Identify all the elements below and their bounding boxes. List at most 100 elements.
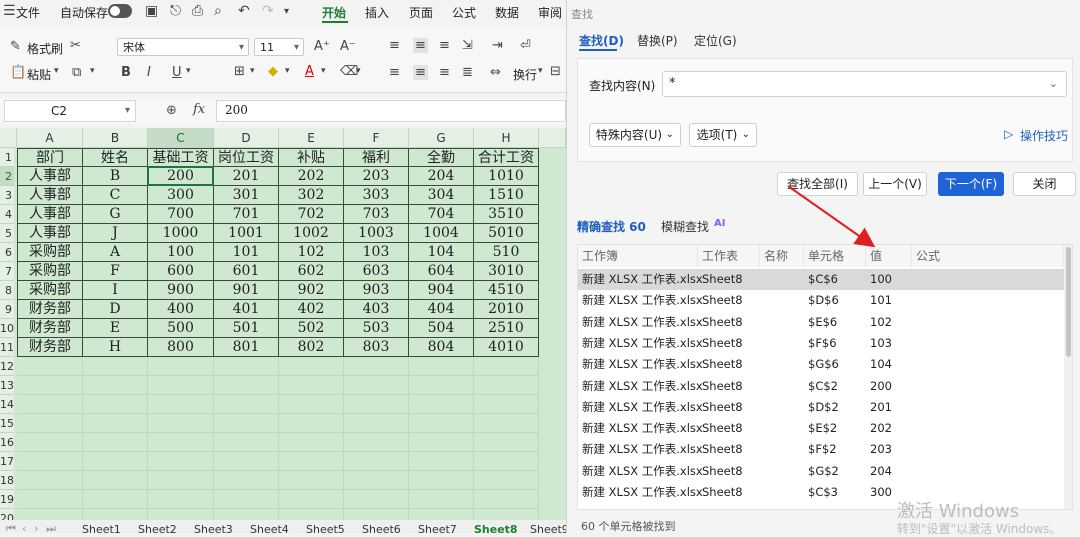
empty-cell[interactable] — [17, 509, 83, 520]
align-top-icon[interactable]: ≡ — [389, 38, 400, 53]
table-cell[interactable]: 1010 — [474, 167, 539, 186]
empty-cell[interactable] — [279, 414, 344, 433]
format-painter-button[interactable]: 格式刷 — [27, 40, 63, 57]
find-next-button[interactable]: 下一个(F) — [938, 172, 1004, 196]
empty-cell[interactable] — [83, 414, 148, 433]
table-cell[interactable]: 402 — [279, 300, 344, 319]
empty-cell[interactable] — [344, 452, 409, 471]
empty-cell[interactable] — [17, 452, 83, 471]
table-cell[interactable]: 801 — [214, 338, 279, 357]
empty-cell[interactable] — [17, 433, 83, 452]
column-header[interactable]: A — [17, 128, 83, 148]
empty-cell[interactable] — [17, 490, 83, 509]
sheet-tab[interactable]: Sheet7 — [418, 523, 457, 533]
result-row[interactable]: 新建 XLSX 工作表.xlsx Sheet8 $F$6 103 — [578, 333, 1064, 354]
header-cell[interactable]: 福利 — [344, 148, 409, 167]
table-cell[interactable]: 人事部 — [17, 205, 83, 224]
table-cell[interactable]: 3010 — [474, 262, 539, 281]
empty-cell[interactable] — [148, 433, 214, 452]
table-cell[interactable]: 财务部 — [17, 319, 83, 338]
empty-cell[interactable] — [279, 490, 344, 509]
header-cell[interactable]: 姓名 — [83, 148, 148, 167]
table-cell[interactable]: 101 — [214, 243, 279, 262]
header-cell[interactable]: 补贴 — [279, 148, 344, 167]
table-cell[interactable]: A — [83, 243, 148, 262]
table-cell[interactable]: 304 — [409, 186, 474, 205]
table-cell[interactable]: 701 — [214, 205, 279, 224]
table-cell[interactable]: 602 — [279, 262, 344, 281]
empty-cell[interactable] — [214, 395, 279, 414]
col-header-formula[interactable]: 公式 — [912, 245, 1064, 267]
row-header[interactable]: 17 — [0, 452, 14, 471]
tab-data[interactable]: 数据 — [495, 4, 519, 21]
empty-cell[interactable] — [148, 490, 214, 509]
underline-icon[interactable]: U — [172, 65, 182, 80]
clear-dropdown-icon[interactable]: ▾ — [356, 66, 361, 76]
empty-cell[interactable] — [344, 395, 409, 414]
quick-access-dropdown-icon[interactable]: ▾ — [284, 6, 289, 17]
close-button[interactable]: 关闭 — [1013, 172, 1076, 196]
column-header[interactable]: H — [474, 128, 539, 148]
indent-icon[interactable]: ⇥ — [492, 38, 503, 53]
font-size-select[interactable]: 11 ▾ — [254, 38, 304, 56]
tab-review[interactable]: 审阅 — [538, 4, 562, 21]
empty-cell[interactable] — [214, 490, 279, 509]
tab-exact-search[interactable]: 精确查找 60 — [577, 218, 646, 235]
empty-cell[interactable] — [83, 509, 148, 520]
table-cell[interactable]: 采购部 — [17, 281, 83, 300]
copy-dropdown-icon[interactable]: ▾ — [90, 66, 95, 76]
fill-color-dropdown-icon[interactable]: ▾ — [285, 66, 290, 76]
table-cell[interactable]: 803 — [344, 338, 409, 357]
empty-cell[interactable] — [474, 395, 539, 414]
distributed-icon[interactable]: ⇔ — [490, 65, 501, 80]
zoom-icon[interactable]: ⊕ — [166, 103, 177, 118]
empty-cell[interactable] — [409, 376, 474, 395]
table-cell[interactable]: 人事部 — [17, 186, 83, 205]
table-cell[interactable]: 903 — [344, 281, 409, 300]
table-cell[interactable]: 601 — [214, 262, 279, 281]
empty-cell[interactable] — [344, 357, 409, 376]
row-header[interactable]: 7 — [0, 262, 14, 281]
empty-cell[interactable] — [409, 433, 474, 452]
empty-cell[interactable] — [344, 471, 409, 490]
tab-replace[interactable]: 替换(P) — [637, 32, 678, 49]
row-header[interactable]: 8 — [0, 281, 14, 300]
align-middle-icon[interactable]: ≡ — [413, 38, 428, 53]
row-header[interactable]: 4 — [0, 205, 14, 224]
empty-cell[interactable] — [83, 490, 148, 509]
header-cell[interactable]: 岗位工资 — [214, 148, 279, 167]
result-row[interactable]: 新建 XLSX 工作表.xlsx Sheet8 $E$6 102 — [578, 312, 1064, 333]
print-icon[interactable]: ⎙ — [192, 3, 203, 19]
result-row[interactable]: 新建 XLSX 工作表.xlsx Sheet8 $C$2 200 — [578, 376, 1064, 397]
sheet-tab[interactable]: Sheet2 — [138, 523, 177, 533]
table-cell[interactable]: B — [83, 167, 148, 186]
fx-icon[interactable]: fx — [193, 102, 205, 117]
redo-icon[interactable]: ↷ — [262, 3, 274, 19]
empty-cell[interactable] — [17, 357, 83, 376]
sheet-tab[interactable]: Sheet3 — [194, 523, 233, 533]
bold-icon[interactable]: B — [121, 65, 131, 80]
table-cell[interactable]: 1001 — [214, 224, 279, 243]
empty-cell[interactable] — [279, 395, 344, 414]
table-cell[interactable]: 204 — [409, 167, 474, 186]
merge-icon[interactable]: ⊟ — [550, 64, 561, 79]
table-cell[interactable]: 401 — [214, 300, 279, 319]
table-cell[interactable]: 902 — [279, 281, 344, 300]
copy-icon[interactable]: ⧉ — [72, 65, 81, 80]
sheet-tab[interactable]: Sheet4 — [250, 523, 289, 533]
table-cell[interactable]: 201 — [214, 167, 279, 186]
empty-cell[interactable] — [17, 376, 83, 395]
row-header[interactable]: 9 — [0, 300, 14, 319]
table-cell[interactable]: 804 — [409, 338, 474, 357]
col-header-sheet[interactable]: 工作表 — [698, 245, 760, 267]
table-cell[interactable]: 4510 — [474, 281, 539, 300]
empty-cell[interactable] — [279, 357, 344, 376]
autosave-toggle[interactable] — [108, 4, 132, 18]
cut-icon[interactable]: ✂ — [70, 38, 81, 53]
header-cell[interactable]: 全勤 — [409, 148, 474, 167]
prev-sheet-icon[interactable]: ‹ — [22, 522, 26, 533]
empty-cell[interactable] — [474, 509, 539, 520]
table-cell[interactable]: 财务部 — [17, 300, 83, 319]
tab-page[interactable]: 页面 — [409, 4, 433, 21]
table-cell[interactable]: 600 — [148, 262, 214, 281]
